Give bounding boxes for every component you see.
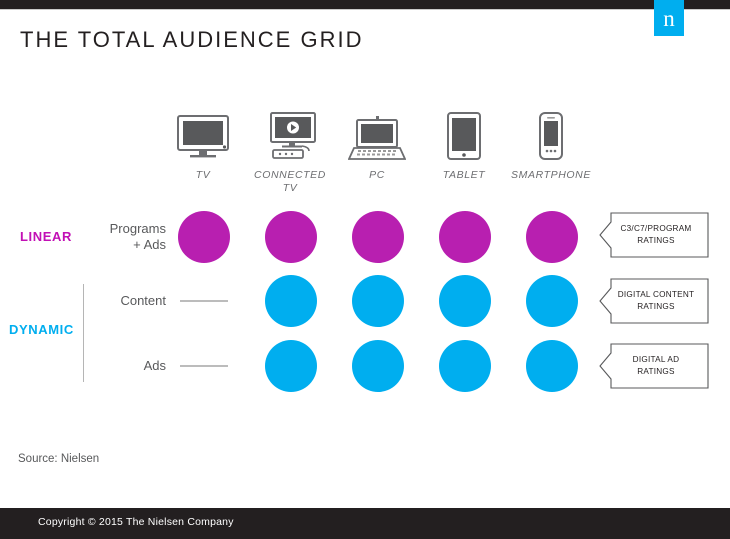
callout-c3c7[interactable]: C3/C7/PROGRAM RATINGS (598, 212, 710, 258)
cell-dot-content-smartphone[interactable] (526, 275, 578, 327)
cell-dash-ads-tv (180, 365, 228, 367)
source-note: Source: Nielsen (18, 453, 100, 465)
device-label-smartphone: SMARTPHONE (511, 169, 591, 181)
cell-dot-content-connected-tv[interactable] (265, 275, 317, 327)
page-title: THE TOTAL AUDIENCE GRID (20, 27, 364, 52)
row-label-programs-ads: Programs + Ads (90, 221, 166, 253)
device-label-connected-tv-line2: TV (282, 182, 298, 194)
callout-digital-ad[interactable]: DIGITAL AD RATINGS (598, 343, 710, 389)
cell-dot-linear-tv[interactable] (178, 211, 230, 263)
top-hairline-divider (0, 9, 730, 10)
cell-dash-content-tv (180, 300, 228, 302)
callout-digital-content[interactable]: DIGITAL CONTENT RATINGS (598, 278, 710, 324)
row-label-content: Content (120, 293, 166, 308)
group-label-dynamic: DYNAMIC (9, 322, 74, 337)
cell-dot-content-pc[interactable] (352, 275, 404, 327)
top-dark-bar (0, 0, 730, 9)
cell-dot-linear-tablet[interactable] (439, 211, 491, 263)
row-label-programs-line1: Programs (109, 221, 166, 236)
row-label-programs-line2: + Ads (133, 237, 166, 252)
cell-dot-ads-connected-tv[interactable] (265, 340, 317, 392)
cell-dot-linear-pc[interactable] (352, 211, 404, 263)
callout-c3c7-line1: C3/C7/PROGRAM (620, 224, 692, 233)
footer-bar: Copyright © 2015 The Nielsen Company (0, 508, 730, 539)
row-label-ads: Ads (143, 358, 166, 373)
callout-digital-ad-line1: DIGITAL AD (632, 355, 680, 364)
callout-digital-ad-line2: RATINGS (637, 367, 675, 376)
nielsen-logo: n (654, 0, 684, 36)
cell-dot-linear-smartphone[interactable] (526, 211, 578, 263)
cell-dot-ads-smartphone[interactable] (526, 340, 578, 392)
device-label-connected-tv-line1: CONNECTED (254, 169, 326, 181)
callout-digital-content-line1: DIGITAL CONTENT (617, 290, 695, 299)
smartphone-icon (495, 110, 607, 162)
cell-dot-content-tablet[interactable] (439, 275, 491, 327)
callout-c3c7-line2: RATINGS (637, 236, 675, 245)
slide-canvas: n THE TOTAL AUDIENCE GRID TV CONNECTED T… (0, 0, 730, 539)
cell-dot-ads-tablet[interactable] (439, 340, 491, 392)
dynamic-group-bracket (83, 284, 84, 382)
footer-copyright: Copyright © 2015 The Nielsen Company (38, 516, 234, 528)
cell-dot-ads-pc[interactable] (352, 340, 404, 392)
device-column-smartphone: SMARTPHONE (495, 110, 607, 182)
cell-dot-linear-connected-tv[interactable] (265, 211, 317, 263)
callout-digital-content-line2: RATINGS (637, 302, 675, 311)
group-label-linear: LINEAR (20, 229, 72, 244)
